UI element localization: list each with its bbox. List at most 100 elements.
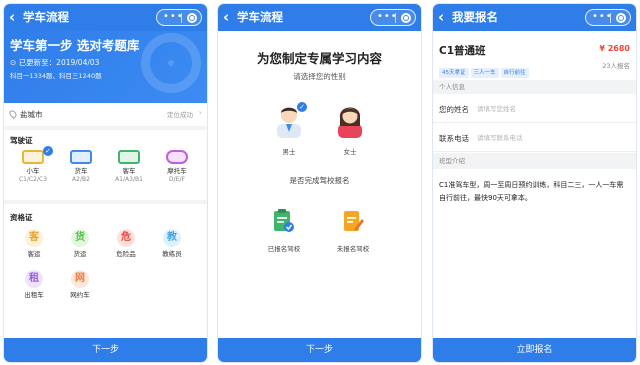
qualification-option-instructor[interactable]: 教 教练员 xyxy=(154,229,190,259)
location-pin-icon xyxy=(8,109,18,119)
nav-bar: ‹ 学车流程 ••• xyxy=(4,4,207,31)
class-intro-heading: 班型介绍 xyxy=(433,153,636,169)
qualification-option-taxi[interactable]: 租 出租车 xyxy=(16,270,52,300)
steering-wheel-icon xyxy=(141,33,201,93)
truck-icon xyxy=(70,150,92,164)
license-name: 小车 xyxy=(26,167,40,175)
question-counts: 科目一1334题、科目三1240题 xyxy=(10,72,102,80)
locate-status: 定位成功 xyxy=(167,111,193,119)
divider xyxy=(4,126,207,130)
nav-bar: ‹ 学车流程 ••• xyxy=(218,4,421,31)
divider xyxy=(4,200,207,204)
license-option-motorcycle[interactable]: 摩托车 D/E/F xyxy=(158,150,196,184)
phone-panel-profile: ‹ 学车流程 ••• 为您制定专属学习内容 请选择您的性别 ✓ 男士 女士 是否… xyxy=(218,4,421,362)
qualification-option-freight[interactable]: 货 货运 xyxy=(62,229,98,259)
course-title: C1普通班 xyxy=(439,45,486,57)
license-heading: 驾驶证 xyxy=(10,136,33,145)
selected-check-icon: ✓ xyxy=(297,102,307,112)
back-icon[interactable]: ‹ xyxy=(9,8,15,26)
phone-input[interactable] xyxy=(477,130,617,146)
phone-panel-signup: ‹ 我要报名 ••• C1普通班 ¥ 2680 45天拿证 三人一车 自行前往 23… xyxy=(433,4,636,362)
registered-document-icon xyxy=(274,209,294,232)
car-icon xyxy=(22,150,44,164)
next-button[interactable]: 下一步 xyxy=(4,338,207,362)
nav-title: 学车流程 xyxy=(237,10,283,24)
male-label: 男士 xyxy=(282,148,296,156)
course-price: ¥ 2680 xyxy=(599,44,630,53)
freight-icon: 货 xyxy=(71,229,89,247)
license-option-truck[interactable]: 货车 A2/B2 xyxy=(62,150,100,184)
next-button[interactable]: 下一步 xyxy=(218,338,421,362)
license-code: A2/B2 xyxy=(72,176,90,183)
gender-option-male[interactable]: ✓ 男士 xyxy=(269,102,309,156)
qualification-option-hazmat[interactable]: 危 危险品 xyxy=(108,229,144,259)
course-tags: 45天拿证 三人一车 自行前往 xyxy=(439,59,531,78)
page-heading: 为您制定专属学习内容 xyxy=(256,51,382,66)
nav-bar: ‹ 我要报名 ••• xyxy=(433,4,636,31)
miniprogram-capsule[interactable]: ••• xyxy=(585,9,631,26)
class-description: C1准驾车型，周一至周日预约训练，科目二三，一人一车需自行前往，最快90天可拿本… xyxy=(439,181,624,202)
edit-document-icon xyxy=(344,211,364,231)
qualification-name: 客运 xyxy=(27,250,41,258)
hazmat-icon: 危 xyxy=(117,229,135,247)
passenger-icon: 客 xyxy=(25,229,43,247)
qualification-heading: 资格证 xyxy=(10,213,33,222)
qualification-name: 货运 xyxy=(73,250,87,258)
ride-hailing-icon: 网 xyxy=(71,270,89,288)
name-row: 您的姓名 xyxy=(433,95,636,123)
course-tag: 45天拿证 xyxy=(439,68,469,78)
gender-option-female[interactable]: 女士 xyxy=(330,102,370,156)
license-name: 客车 xyxy=(122,167,136,175)
female-label: 女士 xyxy=(343,148,357,156)
hero-title: 学车第一步 选对考题库 xyxy=(10,38,140,53)
back-icon[interactable]: ‹ xyxy=(223,8,229,26)
course-tag: 自行前往 xyxy=(500,68,529,78)
license-code: D/E/F xyxy=(169,176,185,183)
signup-now-button[interactable]: 立即报名 xyxy=(433,338,636,362)
license-name: 货车 xyxy=(74,167,88,175)
female-avatar-icon xyxy=(338,107,362,138)
close-miniprogram-icon[interactable] xyxy=(187,13,197,23)
phone-panel-license-select: ‹ 学车流程 ••• 学车第一步 选对考题库 ⊙ 已更新至：2019/04/03… xyxy=(4,4,207,362)
selected-check-icon: ✓ xyxy=(43,146,53,156)
qualification-name: 危险品 xyxy=(116,250,136,258)
personal-info-heading: 个人信息 xyxy=(433,80,636,94)
option-not-registered[interactable]: 未报名驾校 xyxy=(325,208,381,253)
registered-label: 已报名驾校 xyxy=(267,245,301,253)
miniprogram-capsule[interactable]: ••• xyxy=(156,9,202,26)
license-name: 摩托车 xyxy=(167,167,187,175)
miniprogram-capsule[interactable]: ••• xyxy=(370,9,416,26)
qualification-name: 教练员 xyxy=(162,250,182,258)
city-name: 盐城市 xyxy=(20,110,43,119)
qualification-option-passenger[interactable]: 客 客运 xyxy=(16,229,52,259)
motorcycle-icon xyxy=(166,150,188,164)
phone-row: 联系电话 xyxy=(433,124,636,152)
update-date: ⊙ 已更新至：2019/04/03 xyxy=(10,58,100,67)
nav-title: 学车流程 xyxy=(23,10,69,24)
gender-prompt: 请选择您的性别 xyxy=(293,72,346,81)
back-icon[interactable]: ‹ xyxy=(438,8,444,26)
instructor-icon: 教 xyxy=(163,229,181,247)
chevron-right-icon: › xyxy=(198,108,202,117)
close-miniprogram-icon[interactable] xyxy=(401,13,411,23)
location-row[interactable]: 盐城市 定位成功 › xyxy=(4,108,207,122)
not-registered-label: 未报名驾校 xyxy=(336,245,370,253)
license-option-car[interactable]: 小车 C1/C2/C3 ✓ xyxy=(14,146,53,184)
name-input[interactable] xyxy=(477,101,617,117)
license-code: A1/A3/B1 xyxy=(115,176,143,183)
close-miniprogram-icon[interactable] xyxy=(616,13,626,23)
qualification-name: 网约车 xyxy=(70,291,90,299)
enrolled-count: 23人报名 xyxy=(602,62,630,70)
course-tag: 三人一车 xyxy=(470,68,499,78)
register-prompt: 是否完成驾校报名 xyxy=(289,176,350,185)
option-registered[interactable]: 已报名驾校 xyxy=(256,208,312,253)
qualification-option-ride-hailing[interactable]: 网 网约车 xyxy=(62,270,98,300)
qualification-name: 出租车 xyxy=(24,291,44,299)
bus-icon xyxy=(118,150,140,164)
check-circle-icon: ⊙ xyxy=(10,58,17,67)
taxi-icon: 租 xyxy=(25,270,43,288)
license-code: C1/C2/C3 xyxy=(18,176,48,183)
hero-banner: 学车第一步 选对考题库 ⊙ 已更新至：2019/04/03 科目一1334题、科… xyxy=(4,31,207,103)
license-option-bus[interactable]: 客车 A1/A3/B1 xyxy=(110,150,148,184)
name-label: 您的姓名 xyxy=(439,105,469,114)
